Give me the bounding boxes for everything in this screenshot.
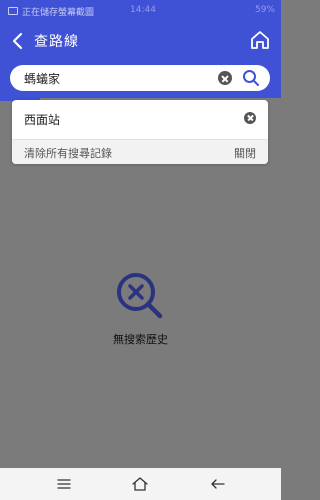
clear-all-history-button[interactable]: 清除所有搜尋記錄 (24, 145, 112, 161)
history-item-label[interactable]: 西面站 (24, 111, 60, 128)
history-item[interactable]: 西面站 (12, 100, 268, 140)
page-title: 查路線 (34, 34, 79, 50)
search-input-value[interactable]: 螞蟻家 (24, 70, 60, 87)
clear-search-icon[interactable] (218, 71, 232, 85)
search-icon[interactable] (242, 69, 260, 87)
no-result-search-icon (117, 273, 163, 319)
status-notification-text: 正在儲存螢幕截圖 (22, 7, 95, 18)
status-bar: 正在儲存螢幕截圖 14:44 59% (0, 0, 281, 22)
search-input[interactable]: 螞蟻家 (10, 65, 270, 91)
back-nav-icon[interactable] (208, 474, 228, 494)
app-header: 查路線 (0, 22, 281, 60)
search-history-dropdown: 西面站 清除所有搜尋記錄 關閉 (12, 100, 268, 164)
home-icon[interactable] (249, 29, 271, 51)
back-arrow-icon[interactable] (8, 31, 28, 51)
close-dropdown-button[interactable]: 關閉 (234, 145, 256, 161)
status-time: 14:44 (130, 5, 156, 15)
search-area: 螞蟻家 (0, 60, 281, 98)
system-nav-bar (0, 468, 281, 500)
screenshot-icon (8, 7, 18, 15)
history-footer: 清除所有搜尋記錄 關閉 (12, 140, 268, 164)
menu-icon[interactable] (54, 474, 74, 494)
remove-history-icon[interactable] (244, 112, 256, 124)
home-nav-icon[interactable] (130, 474, 150, 494)
empty-state-message: 無搜索歷史 (113, 333, 168, 346)
status-battery: 59% (254, 5, 275, 15)
